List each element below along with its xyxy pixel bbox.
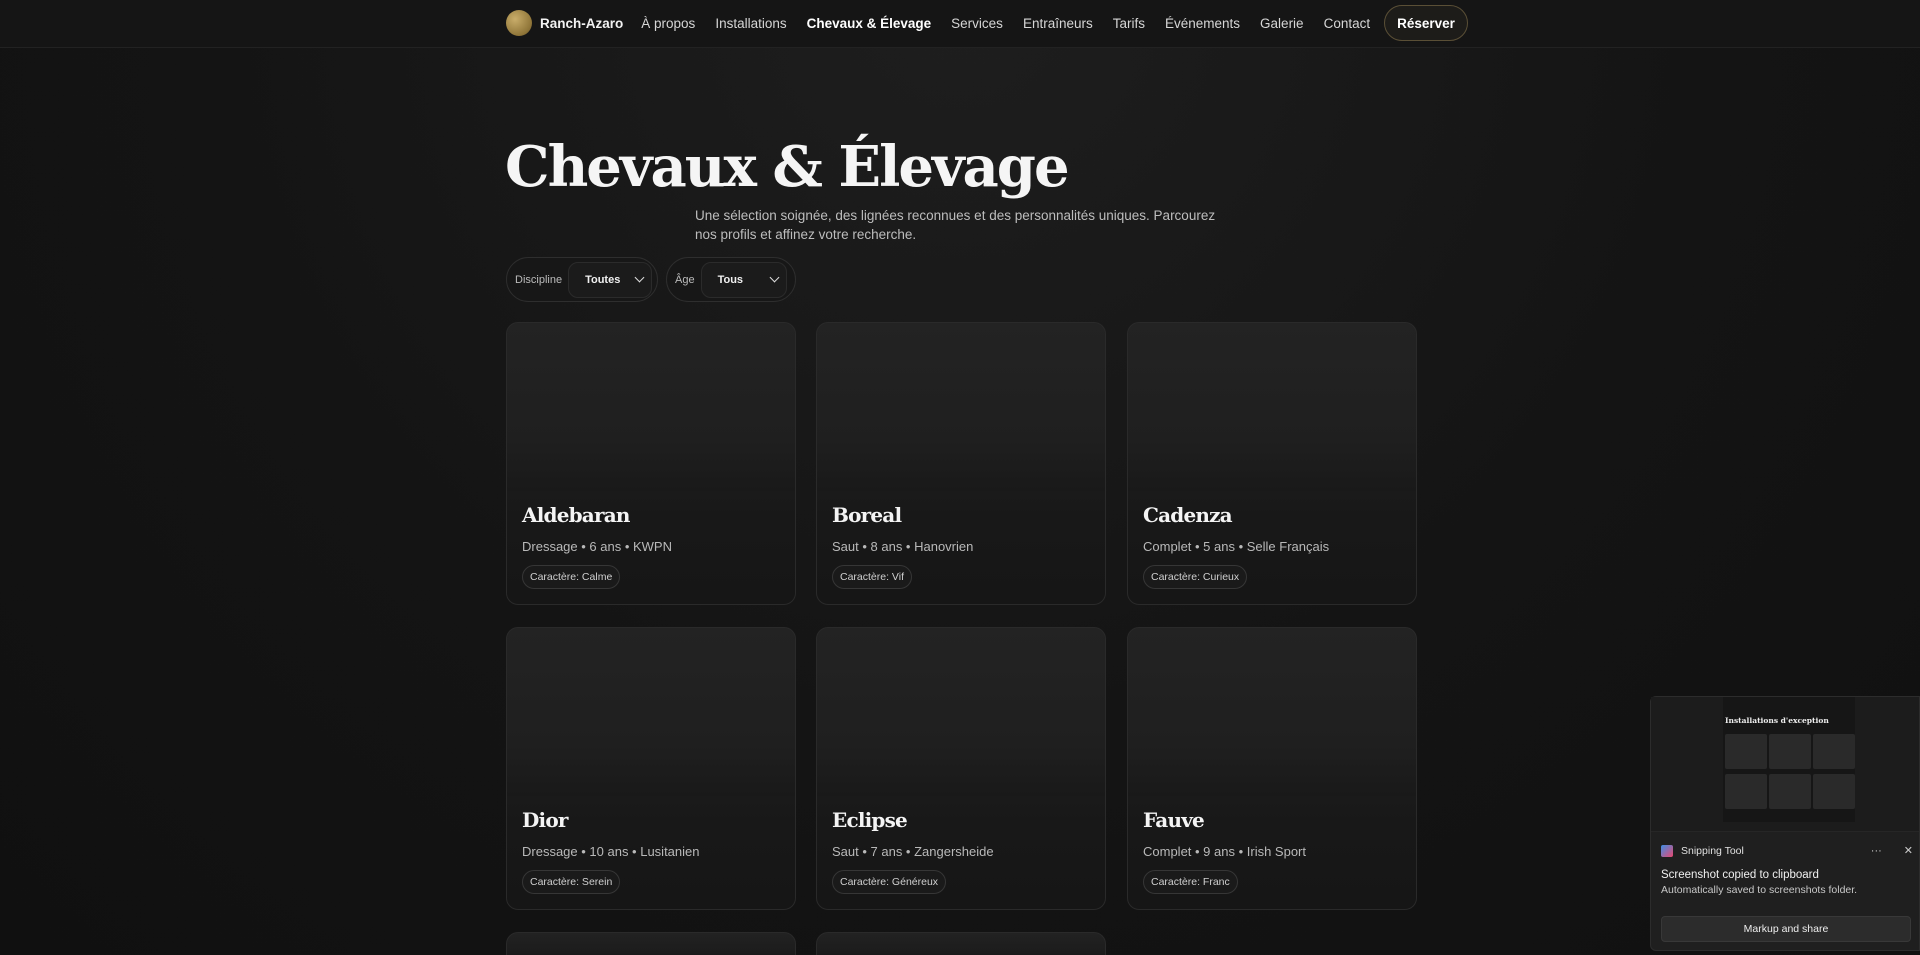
horse-photo — [817, 323, 1105, 491]
horse-details: Dressage • 10 ans • Lusitanien — [522, 844, 700, 859]
brand-name[interactable]: Ranch-Azaro — [540, 16, 623, 31]
preview-card — [1813, 734, 1855, 769]
temperament-badge: Caractère: Généreux — [832, 870, 947, 894]
age-label: Âge — [675, 273, 695, 286]
chevron-down-icon — [634, 272, 645, 283]
nav-link-chevaux-elevage[interactable]: Chevaux & Élevage — [807, 16, 932, 31]
temperament-badge: Caractère: Curieux — [1143, 565, 1248, 589]
chevron-down-icon — [769, 272, 780, 283]
nav-link-services[interactable]: Services — [951, 16, 1003, 31]
app-name: Snipping Tool — [1681, 844, 1744, 857]
snipping-tool-notification[interactable]: Installations d'exception Snipping Tool … — [1650, 696, 1920, 951]
horse-card-aldebaran[interactable]: Aldebaran Dressage • 6 ans • KWPN Caract… — [506, 322, 796, 605]
horse-name: Cadenza — [1143, 503, 1233, 527]
nav-link-entraineurs[interactable]: Entraîneurs — [1023, 16, 1093, 31]
nav-link-installations[interactable]: Installations — [715, 16, 786, 31]
nav-link-contact[interactable]: Contact — [1324, 16, 1371, 31]
horse-details: Complet • 5 ans • Selle Français — [1143, 539, 1330, 554]
horse-card-fauve[interactable]: Fauve Complet • 9 ans • Irish Sport Cara… — [1127, 627, 1417, 910]
page-subtitle: Une sélection soignée, des lignées recon… — [695, 208, 1216, 242]
temperament-badge: Caractère: Vif — [832, 565, 912, 589]
more-icon[interactable]: ··· — [1871, 845, 1882, 857]
nav-link-a-propos[interactable]: À propos — [641, 16, 695, 31]
discipline-select[interactable]: Toutes — [568, 261, 653, 298]
horse-name: Eclipse — [832, 808, 908, 832]
horse-name: Aldebaran — [522, 503, 630, 527]
reserve-button[interactable]: Réserver — [1384, 5, 1468, 41]
horse-details: Saut • 7 ans • Zangersheide — [832, 844, 994, 859]
horse-details: Complet • 9 ans • Irish Sport — [1143, 844, 1307, 859]
temperament-badge: Caractère: Franc — [1143, 870, 1238, 894]
nav-link-tarifs[interactable]: Tarifs — [1113, 16, 1145, 31]
horse-photo — [1128, 628, 1416, 796]
preview-card — [1725, 774, 1767, 809]
preview-card — [1725, 734, 1767, 769]
preview-card — [1769, 774, 1811, 809]
horse-card-dior[interactable]: Dior Dressage • 10 ans • Lusitanien Cara… — [506, 627, 796, 910]
horse-details: Saut • 8 ans • Hanovrien — [832, 539, 974, 554]
screenshot-preview[interactable]: Installations d'exception — [1651, 697, 1919, 832]
horse-photo — [507, 628, 795, 796]
age-select[interactable]: Tous — [700, 261, 787, 298]
horse-photo — [817, 628, 1105, 796]
horse-card-eclipse[interactable]: Eclipse Saut • 7 ans • Zangersheide Cara… — [816, 627, 1106, 910]
temperament-badge: Caractère: Serein — [522, 870, 621, 894]
discipline-selected-value: Toutes — [585, 273, 621, 286]
nav-link-evenements[interactable]: Événements — [1165, 16, 1240, 31]
page-title: Chevaux & Élevage — [505, 134, 1070, 200]
horse-card-partial[interactable] — [816, 932, 1106, 955]
horse-name: Dior — [522, 808, 568, 832]
horse-photo — [1128, 323, 1416, 491]
brand-logo-icon[interactable] — [506, 10, 532, 36]
notification-title: Screenshot copied to clipboard — [1661, 869, 1819, 881]
age-selected-value: Tous — [717, 273, 744, 286]
horse-card-partial[interactable] — [506, 932, 796, 955]
horse-name: Fauve — [1143, 808, 1205, 832]
snipping-tool-icon — [1661, 844, 1673, 857]
preview-title: Installations d'exception — [1725, 716, 1829, 725]
discipline-label: Discipline — [515, 273, 563, 286]
preview-card — [1769, 734, 1811, 769]
horse-photo — [507, 323, 795, 491]
horse-card-cadenza[interactable]: Cadenza Complet • 5 ans • Selle Français… — [1127, 322, 1417, 605]
horse-details: Dressage • 6 ans • KWPN — [522, 539, 672, 554]
notification-header: Snipping Tool ··· ✕ — [1661, 844, 1913, 857]
horse-card-boreal[interactable]: Boreal Saut • 8 ans • Hanovrien Caractèr… — [816, 322, 1106, 605]
temperament-badge: Caractère: Calme — [522, 565, 621, 589]
close-icon[interactable]: ✕ — [1904, 844, 1913, 857]
top-navigation: Ranch-Azaro À propos Installations Cheva… — [0, 0, 1920, 48]
nav-bar: Ranch-Azaro À propos Installations Cheva… — [506, 4, 1468, 42]
preview-card — [1813, 774, 1855, 809]
nav-link-galerie[interactable]: Galerie — [1260, 16, 1304, 31]
notification-text: Automatically saved to screenshots folde… — [1661, 884, 1858, 896]
horse-name: Boreal — [832, 503, 902, 527]
markup-share-button[interactable]: Markup and share — [1661, 916, 1911, 942]
discipline-filter: Discipline Toutes — [506, 257, 658, 302]
age-filter: Âge Tous — [666, 257, 796, 302]
